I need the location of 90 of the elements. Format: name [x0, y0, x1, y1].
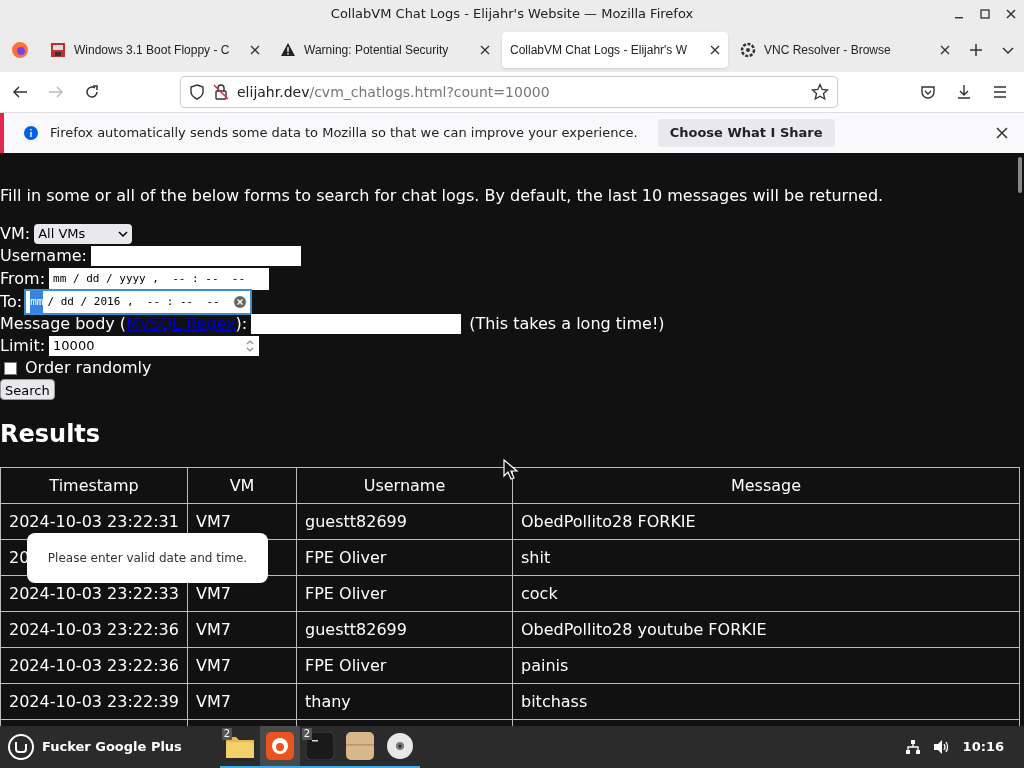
warning-icon	[280, 42, 296, 58]
table-cell: shit	[512, 539, 1020, 576]
tab-title: CollabVM Chat Logs - Elijahr's W	[510, 42, 689, 59]
column-header: Message	[512, 467, 1020, 504]
spinner-icon[interactable]	[245, 338, 256, 354]
clock: 10:16	[962, 738, 1004, 757]
close-icon[interactable]	[1006, 9, 1016, 19]
table-cell: VM7	[187, 683, 297, 720]
table-cell: FPE Oliver	[296, 647, 513, 684]
window-title: CollabVM Chat Logs - Elijahr's Website — Mozilla Firefox	[330, 5, 694, 24]
field-label: From:	[0, 267, 46, 290]
shield-icon[interactable]	[189, 84, 205, 100]
plus-icon[interactable]	[969, 43, 983, 57]
field-label: VM:	[0, 223, 31, 245]
url-text: elijahr.dev/cvm_chatlogs.html?count=10000	[237, 82, 551, 102]
close-icon[interactable]	[480, 45, 490, 55]
table-cell: 2024-10-03 23:22:39	[0, 683, 188, 720]
disc-icon	[385, 732, 414, 760]
table-cell: FPE Oliver	[296, 575, 513, 612]
volume-icon[interactable]	[932, 739, 951, 755]
checkbox[interactable]	[4, 361, 17, 375]
address-bar[interactable]: elijahr.dev/cvm_chatlogs.html?count=10000	[180, 76, 838, 108]
info-icon	[24, 126, 38, 140]
results-heading: Results	[0, 419, 102, 449]
back-arrow-icon[interactable]	[12, 84, 28, 100]
table-cell: 2024-10-03 23:22:36	[0, 611, 188, 648]
lock-icon[interactable]	[213, 84, 229, 100]
start-menu-button[interactable]: Fucker Google Plus	[0, 726, 190, 768]
taskbar-app[interactable]: 2	[219, 726, 260, 768]
browser-tab[interactable]: CollabVM Chat Logs - Elijahr's W	[502, 32, 728, 68]
field-label: Username:	[0, 245, 87, 267]
message-field[interactable]	[251, 314, 462, 334]
taskbar-app[interactable]	[259, 726, 300, 768]
checkbox-label: Order randomly	[25, 357, 152, 379]
table-cell: painis	[512, 647, 1020, 684]
intro-text: Fill in some or all of the below forms to search for chat logs. By default, the last 10 messages will be returned.	[0, 185, 885, 207]
from-date-field[interactable]: mm / dd / yyyy , -- : -- --	[49, 267, 270, 290]
box-icon	[345, 732, 374, 760]
browser-tab[interactable]: VNC Resolver - Browse	[732, 32, 958, 68]
table-cell: VM7	[187, 611, 297, 648]
to-date-field[interactable]: mm / dd / 2016 , -- : -- --	[26, 290, 251, 313]
pocket-icon[interactable]	[920, 84, 936, 100]
star-icon[interactable]	[811, 83, 829, 101]
caret-icon	[118, 230, 129, 238]
table-cell: 2024-10-03 23:22:36	[0, 647, 188, 684]
window-count-badge: 2	[221, 728, 233, 740]
table-cell: FPE Oliver	[296, 539, 513, 576]
table-cell: thany	[296, 683, 513, 720]
close-icon[interactable]	[710, 45, 720, 55]
browser-icon	[265, 732, 294, 760]
close-icon[interactable]	[996, 127, 1008, 139]
tab-title: Warning: Potential Security	[304, 42, 450, 59]
choose-share-button[interactable]: Choose What I Share	[657, 119, 835, 147]
table-cell: guestt82699	[296, 503, 513, 540]
window-count-badge: 2	[301, 728, 313, 740]
browser-tab[interactable]: Windows 3.1 Boot Floppy - C	[42, 32, 268, 68]
reload-icon[interactable]	[84, 84, 100, 100]
close-icon[interactable]	[940, 45, 950, 55]
table-cell: ObedPollito28 FORKIE	[512, 503, 1020, 540]
floppy-icon	[50, 42, 66, 58]
network-icon[interactable]	[904, 739, 921, 755]
maximize-icon[interactable]	[980, 9, 990, 19]
limit-field[interactable]: 10000	[49, 336, 260, 356]
vm-select[interactable]: All VMs	[34, 224, 133, 244]
mouse-pointer-icon	[503, 459, 519, 481]
username-field[interactable]	[90, 246, 301, 266]
scrollbar-thumb[interactable]	[1018, 157, 1022, 193]
close-icon[interactable]	[250, 45, 260, 55]
field-label: To:	[0, 290, 23, 313]
taskbar-app[interactable]: 2	[299, 726, 340, 768]
validation-tooltip: Please enter valid date and time.	[27, 533, 268, 583]
field-label: Limit:	[0, 335, 46, 357]
tab-title: VNC Resolver - Browse	[764, 42, 892, 59]
download-icon[interactable]	[956, 84, 972, 100]
notification-text: Firefox automatically sends some data to Mozilla so that we can improve your experience.	[50, 124, 638, 143]
browser-tab[interactable]: Warning: Potential Security	[272, 32, 498, 68]
search-button[interactable]: Search	[0, 379, 55, 400]
menu-icon[interactable]	[992, 84, 1008, 100]
field-label: Message body (MySQL Regex):	[0, 313, 248, 335]
table-cell: cock	[512, 575, 1020, 612]
column-header: Timestamp	[0, 467, 188, 504]
clear-icon[interactable]	[234, 295, 247, 308]
gear-icon	[740, 42, 756, 58]
table-cell: VM7	[187, 647, 297, 684]
table-cell: ObedPollito28 youtube FORKIE	[512, 611, 1020, 648]
tab-title: Windows 3.1 Boot Floppy - C	[74, 42, 231, 59]
table-cell: guestt82699	[296, 611, 513, 648]
column-header: VM	[187, 467, 297, 504]
table-cell: bitchass	[512, 683, 1020, 720]
note-text: (This takes a long time!)	[469, 313, 665, 335]
